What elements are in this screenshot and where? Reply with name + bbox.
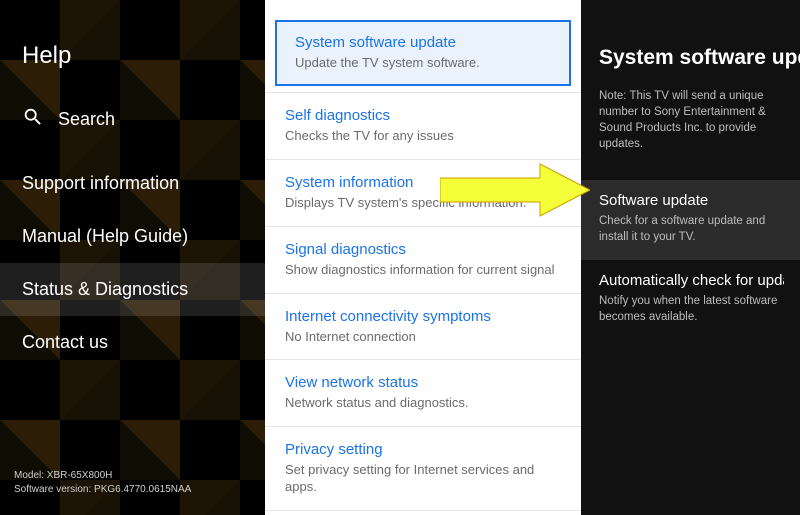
- sidebar-item-manual[interactable]: Manual (Help Guide): [0, 210, 265, 263]
- list-item-title: System software update: [295, 34, 551, 51]
- sidebar-footer: Model: XBR-65X800H Software version: PKG…: [0, 469, 265, 515]
- list-item-desc: Show diagnostics information for current…: [285, 262, 561, 279]
- list-item-title: Privacy setting: [285, 441, 561, 458]
- list-item-title: Internet connectivity symptoms: [285, 308, 561, 325]
- page-title: Help: [0, 42, 265, 96]
- right-item-desc: Check for a software update and install …: [599, 213, 784, 245]
- panel-title: System software update: [581, 46, 800, 88]
- list-item-desc: Checks the TV for any issues: [285, 128, 561, 145]
- sidebar-item-contact-us[interactable]: Contact us: [0, 316, 265, 369]
- right-item-software-update[interactable]: Software update Check for a software upd…: [581, 180, 800, 259]
- list-item-desc: Network status and diagnostics.: [285, 395, 561, 412]
- sidebar-item-support-information[interactable]: Support information: [0, 157, 265, 210]
- list-item-desc: Set privacy setting for Internet service…: [285, 462, 561, 496]
- list-item-title: View network status: [285, 374, 561, 391]
- sidebar-item-status-diagnostics[interactable]: Status & Diagnostics: [0, 263, 265, 316]
- system-software-update-panel: System software update Note: This TV wil…: [581, 0, 800, 515]
- list-item-title: Self diagnostics: [285, 107, 561, 124]
- list-item-title: System information: [285, 174, 561, 191]
- footer-software-version: Software version: PKG6.4770.0615NAA: [14, 483, 251, 497]
- diagnostics-list-panel: System software update Update the TV sys…: [265, 0, 581, 515]
- help-sidebar: Help Search Support information Manual (…: [0, 0, 265, 515]
- search-label: Search: [58, 109, 115, 130]
- list-item-system-software-update[interactable]: System software update Update the TV sys…: [275, 20, 571, 86]
- right-item-title: Automatically check for update: [599, 272, 784, 289]
- right-item-auto-check-update[interactable]: Automatically check for update Notify yo…: [581, 260, 800, 339]
- search-row[interactable]: Search: [0, 96, 265, 157]
- list-item-privacy-setting[interactable]: Privacy setting Set privacy setting for …: [265, 426, 581, 510]
- list-item-internet-connectivity[interactable]: Internet connectivity symptoms No Intern…: [265, 293, 581, 360]
- right-item-desc: Notify you when the latest software beco…: [599, 293, 784, 325]
- list-item-system-information[interactable]: System information Displays TV system's …: [265, 159, 581, 226]
- panel-note: Note: This TV will send a unique number …: [581, 88, 800, 180]
- list-item-title: Signal diagnostics: [285, 241, 561, 258]
- list-item-signal-diagnostics[interactable]: Signal diagnostics Show diagnostics info…: [265, 226, 581, 293]
- list-item-picture-sound[interactable]: Picture/Sound symptoms Picture or Sound …: [265, 510, 581, 515]
- list-item-self-diagnostics[interactable]: Self diagnostics Checks the TV for any i…: [265, 92, 581, 159]
- footer-model: Model: XBR-65X800H: [14, 469, 251, 483]
- list-item-desc: No Internet connection: [285, 329, 561, 346]
- list-item-desc: Displays TV system's specific informatio…: [285, 195, 561, 212]
- list-item-view-network-status[interactable]: View network status Network status and d…: [265, 359, 581, 426]
- right-item-title: Software update: [599, 192, 784, 209]
- search-icon: [22, 106, 44, 133]
- list-item-desc: Update the TV system software.: [295, 55, 551, 72]
